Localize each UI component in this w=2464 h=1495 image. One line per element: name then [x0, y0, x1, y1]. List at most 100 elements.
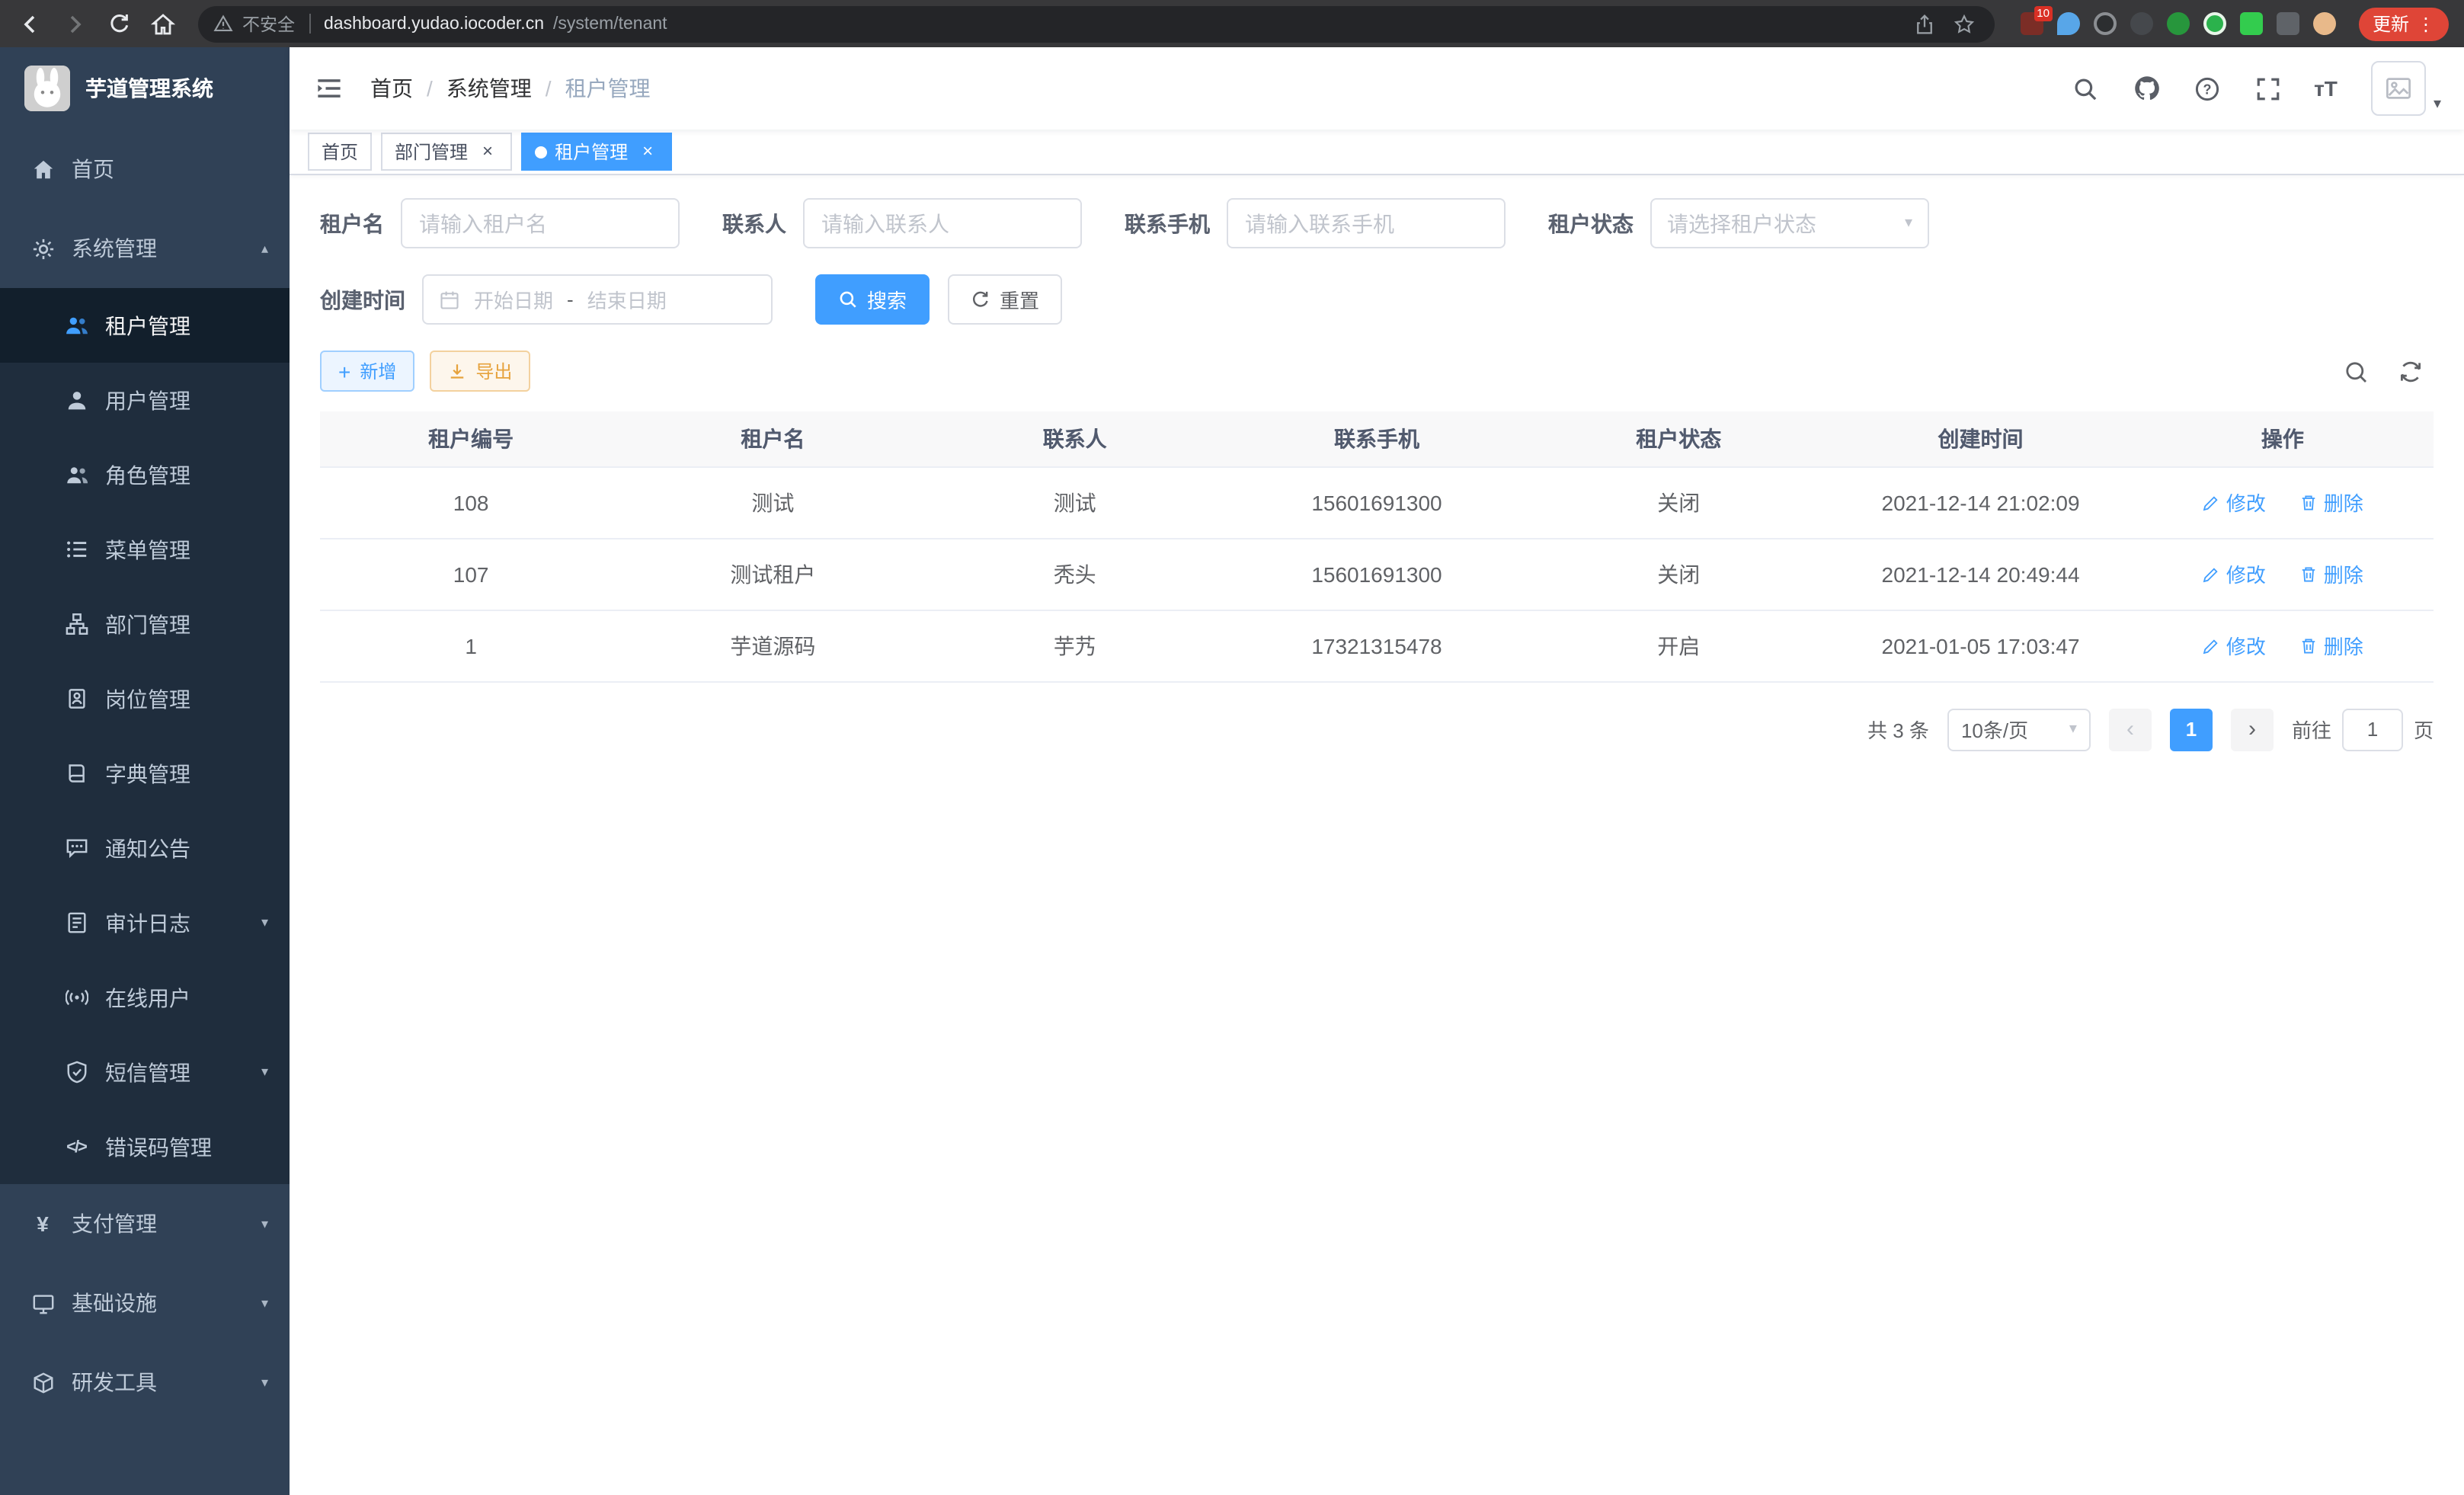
goto-page-input[interactable]	[2342, 708, 2403, 751]
breadcrumb-separator: /	[427, 76, 433, 101]
field-label: 联系人	[722, 208, 786, 238]
breadcrumb-item[interactable]: 系统管理	[446, 73, 532, 104]
search-button[interactable]: 搜索	[815, 274, 930, 325]
extension-icon[interactable]	[2057, 12, 2080, 35]
cell-contact: 秃头	[924, 538, 1226, 610]
search-icon[interactable]	[2070, 73, 2101, 104]
browser-forward-icon[interactable]	[59, 8, 90, 39]
sidebar-item-label: 研发工具	[72, 1367, 157, 1397]
toggle-search-icon[interactable]	[2342, 357, 2370, 385]
sidebar-item-post-management[interactable]: 岗位管理	[0, 661, 290, 736]
extension-icon[interactable]	[2130, 12, 2153, 35]
sidebar-item-payment[interactable]: ¥ 支付管理 ▾	[0, 1184, 290, 1263]
sidebar-item-system-management[interactable]: 系统管理 ▴	[0, 209, 290, 288]
tenant-name-input[interactable]	[401, 198, 680, 248]
sidebar-item-home[interactable]: 首页	[0, 130, 290, 209]
browser-back-icon[interactable]	[15, 8, 46, 39]
sidebar-item-user-management[interactable]: 用户管理	[0, 363, 290, 437]
sidebar-item-audit-log[interactable]: 审计日志 ▾	[0, 885, 290, 960]
sidebar-submenu-system: 租户管理 用户管理 角色管理	[0, 288, 290, 1184]
browser-home-icon[interactable]	[148, 8, 178, 39]
tab-tenant-management[interactable]: 租户管理 ×	[521, 133, 672, 171]
extension-icon[interactable]	[2167, 12, 2190, 35]
browser-update-button[interactable]: 更新 ⋮	[2359, 7, 2449, 40]
notice-bubble-icon	[64, 836, 88, 860]
current-page-button[interactable]: 1	[2170, 708, 2213, 751]
sidebar-item-dict-management[interactable]: 字典管理	[0, 736, 290, 811]
user-menu[interactable]: ▾	[2371, 61, 2441, 116]
sidebar-item-devtools[interactable]: 研发工具 ▾	[0, 1343, 290, 1422]
fullscreen-icon[interactable]	[2253, 73, 2283, 104]
tab-home[interactable]: 首页	[308, 133, 372, 171]
tags-view: 首页 部门管理 × 租户管理 ×	[290, 130, 2464, 175]
column-header[interactable]: 联系人	[924, 411, 1226, 466]
refresh-table-icon[interactable]	[2397, 357, 2424, 385]
edit-button[interactable]: 修改	[2202, 488, 2266, 517]
help-icon[interactable]: ?	[2192, 73, 2222, 104]
status-select[interactable]: 请选择租户状态 ▾	[1650, 198, 1929, 248]
column-header[interactable]: 联系手机	[1226, 411, 1528, 466]
search-icon	[838, 290, 858, 309]
close-icon[interactable]: ×	[637, 141, 658, 162]
cell-tenant-name: 芋道源码	[622, 610, 923, 681]
sidebar-item-sms-management[interactable]: 短信管理 ▾	[0, 1035, 290, 1109]
extension-icon[interactable]: 10	[2021, 12, 2043, 35]
tab-dept-management[interactable]: 部门管理 ×	[381, 133, 512, 171]
logo[interactable]: 芋道管理系统	[0, 47, 290, 130]
profile-avatar-icon[interactable]	[2313, 12, 2336, 35]
font-size-icon[interactable]: ᴛT	[2314, 76, 2338, 101]
security-label[interactable]: 不安全	[242, 11, 295, 36]
address-bar[interactable]: 不安全 dashboard.yudao.iocoder.cn/system/te…	[198, 5, 1995, 42]
online-signal-icon	[64, 985, 88, 1010]
cell-tenant-name: 测试租户	[622, 538, 923, 610]
export-button[interactable]: 导出	[430, 351, 530, 392]
extension-icon[interactable]	[2203, 12, 2226, 35]
table-row: 107 测试租户 秃头 15601691300 关闭 2021-12-14 20…	[320, 538, 2434, 610]
page-size-select[interactable]: 10条/页 ▾	[1947, 708, 2091, 751]
close-icon[interactable]: ×	[477, 141, 498, 162]
extension-icon[interactable]	[2240, 12, 2263, 35]
bookmark-star-icon[interactable]	[1949, 8, 1979, 39]
filter-tenant-name: 租户名	[320, 198, 680, 248]
pagination-goto: 前往 页	[2292, 708, 2434, 751]
filter-status: 租户状态 请选择租户状态 ▾	[1548, 198, 1929, 248]
extension-icon[interactable]	[2094, 12, 2117, 35]
column-header[interactable]: 租户编号	[320, 411, 622, 466]
next-page-button[interactable]: ›	[2231, 708, 2274, 751]
date-range-picker[interactable]: 开始日期 - 结束日期	[422, 274, 773, 325]
edit-button[interactable]: 修改	[2202, 559, 2266, 588]
extensions-puzzle-icon[interactable]	[2277, 12, 2299, 35]
sidebar-item-notice[interactable]: 通知公告	[0, 811, 290, 885]
sidebar-item-dept-management[interactable]: 部门管理	[0, 587, 290, 661]
sidebar-item-label: 系统管理	[72, 233, 157, 264]
sidebar-toggle-icon[interactable]	[312, 72, 346, 105]
sidebar-item-error-code[interactable]: </> 错误码管理	[0, 1109, 290, 1184]
reset-button[interactable]: 重置	[948, 274, 1062, 325]
cell-actions: 修改 删除	[2132, 610, 2434, 681]
delete-button[interactable]: 删除	[2299, 631, 2363, 660]
github-icon[interactable]	[2131, 73, 2162, 104]
delete-button[interactable]: 删除	[2299, 488, 2363, 517]
app-navbar: 首页 / 系统管理 / 租户管理 ?	[290, 47, 2464, 130]
add-button[interactable]: + 新增	[320, 351, 414, 392]
sidebar-item-tenant-management[interactable]: 租户管理	[0, 288, 290, 363]
prev-page-button[interactable]: ‹	[2109, 708, 2152, 751]
delete-button[interactable]: 删除	[2299, 559, 2363, 588]
sidebar-item-online-users[interactable]: 在线用户	[0, 960, 290, 1035]
cell-actions: 修改 删除	[2132, 538, 2434, 610]
pencil-icon	[2202, 636, 2220, 655]
refresh-icon	[971, 290, 990, 309]
contact-input[interactable]	[803, 198, 1082, 248]
browser-reload-icon[interactable]	[104, 8, 134, 39]
column-header[interactable]: 创建时间	[1829, 411, 2131, 466]
sidebar-item-role-management[interactable]: 角色管理	[0, 437, 290, 512]
edit-button[interactable]: 修改	[2202, 631, 2266, 660]
sidebar-item-infrastructure[interactable]: 基础设施 ▾	[0, 1263, 290, 1343]
column-header[interactable]: 租户名	[622, 411, 923, 466]
share-icon[interactable]	[1909, 8, 1940, 39]
sidebar-item-menu-management[interactable]: 菜单管理	[0, 512, 290, 587]
column-header[interactable]: 租户状态	[1528, 411, 1829, 466]
breadcrumb-item[interactable]: 首页	[370, 73, 413, 104]
column-header[interactable]: 操作	[2132, 411, 2434, 466]
phone-input[interactable]	[1227, 198, 1506, 248]
